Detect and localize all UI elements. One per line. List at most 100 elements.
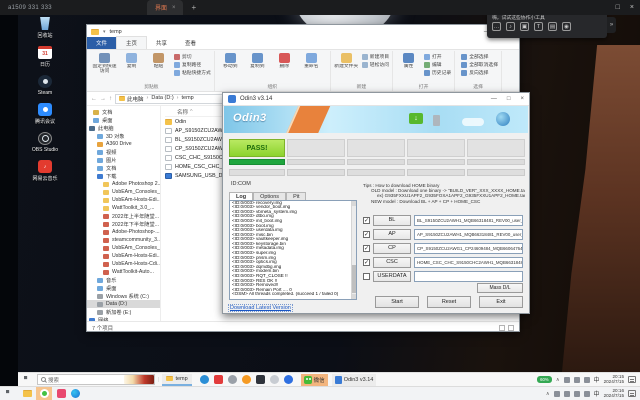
ribbon-button[interactable]: 历史记录	[424, 69, 451, 76]
edge-icon[interactable]	[71, 389, 80, 398]
mic-icon[interactable]: ♪	[506, 22, 515, 31]
text-icon[interactable]: T	[534, 22, 543, 31]
start-button-icon[interactable]	[6, 390, 13, 397]
taskbar-item-temp[interactable]: temp	[162, 374, 191, 386]
close-icon[interactable]: ×	[520, 96, 524, 102]
nav-item[interactable]: 视频	[87, 148, 160, 156]
quick-access-toolbar-icon[interactable]: ▾	[103, 29, 106, 35]
folder-icon[interactable]: ▤	[548, 22, 557, 31]
nav-item[interactable]: WattToolkit_3.0_...	[87, 204, 160, 212]
nav-item[interactable]: Adobe Photoshop 2...	[87, 180, 160, 188]
slot-button[interactable]: USERDATA	[373, 271, 411, 282]
ribbon-tab[interactable]: 文件	[87, 37, 116, 49]
nav-item[interactable]: 此电脑	[87, 124, 160, 132]
new-tab-button[interactable]: +	[191, 3, 196, 12]
tray-icon[interactable]	[584, 377, 590, 383]
edge-icon[interactable]	[200, 375, 209, 384]
tray-icon[interactable]	[574, 377, 580, 383]
scroll-up-icon[interactable]	[352, 201, 357, 206]
details-view-icon[interactable]	[499, 325, 505, 331]
nav-item[interactable]: 3D 对象	[87, 132, 160, 140]
ribbon-button[interactable]: 剪切	[174, 53, 211, 60]
nav-item[interactable]: 下载	[87, 172, 160, 180]
ribbon-button[interactable]: 粘贴	[146, 52, 171, 82]
breadcrumb-item[interactable]: temp	[174, 95, 194, 103]
xiaohongshu-icon[interactable]	[57, 389, 66, 398]
minimize-icon[interactable]: —	[491, 96, 497, 102]
slot-button[interactable]: BL	[373, 215, 411, 226]
nav-item[interactable]: 新加卷 (E:)	[87, 308, 160, 316]
remote-tab[interactable]: 界面 ×	[147, 0, 184, 15]
desktop-icon[interactable]: 回收站	[22, 17, 68, 39]
camera-icon[interactable]: ▣	[520, 22, 529, 31]
download-latest-link[interactable]: Download Latest Version	[229, 305, 292, 311]
overlay-expand-icon[interactable]: »	[607, 17, 616, 33]
maximize-icon[interactable]: □	[507, 96, 511, 102]
desktop-icon[interactable]: OBS Studio	[22, 132, 68, 153]
tray-icon[interactable]	[584, 391, 590, 397]
ribbon-button[interactable]: 新建项目	[362, 53, 389, 60]
desktop-icon[interactable]: 31 日历	[22, 46, 68, 68]
nav-item[interactable]: 桌面	[87, 284, 160, 292]
taskbar-folder-icon[interactable]	[23, 390, 32, 397]
checkbox[interactable]	[363, 273, 370, 280]
slot-button[interactable]: CSC	[373, 257, 411, 268]
app-blue-icon[interactable]	[284, 375, 293, 384]
ribbon-button[interactable]: 全部取消选择	[461, 61, 498, 68]
scroll-thumb[interactable]	[352, 265, 357, 293]
window-restore-icon[interactable]: □	[616, 4, 620, 11]
nav-item[interactable]: WattToolkit-Auto...	[87, 268, 160, 276]
taskbar-item-wechat[interactable]: 微信	[301, 374, 328, 386]
breadcrumb-item[interactable]: 此电脑	[127, 95, 144, 103]
ribbon-button[interactable]: 移动到	[218, 52, 243, 82]
ribbon-button[interactable]: 全部选择	[461, 53, 498, 60]
nav-item[interactable]: UsbEAm-Hosts-Edi...	[87, 252, 160, 260]
app-orange-icon[interactable]	[242, 375, 251, 384]
odin-action-button[interactable]: Exit	[479, 296, 523, 308]
thumbnail-view-icon[interactable]	[508, 325, 514, 331]
chat-icon[interactable]: …	[492, 22, 501, 31]
ribbon-tab[interactable]: 主页	[116, 36, 147, 49]
nav-item[interactable]: Adobe-Photoshop-...	[87, 228, 160, 236]
checkbox[interactable]: ✓	[363, 259, 370, 266]
nav-item[interactable]: UsbEAm_Consoles_...	[87, 188, 160, 196]
tray-expand-icon[interactable]: ∧	[556, 377, 560, 383]
slot-button[interactable]: AP	[373, 229, 411, 240]
search-highlight-image[interactable]	[124, 375, 154, 384]
ribbon-button[interactable]: 编辑	[424, 61, 451, 68]
start-button-icon[interactable]	[24, 376, 31, 383]
desktop-icon[interactable]: ♪ 网易云音乐	[22, 160, 68, 182]
nav-item[interactable]: UsbEAm_Consoles_...	[87, 244, 160, 252]
ribbon-button[interactable]: 打开	[424, 53, 451, 60]
ribbon-button[interactable]: 复制到	[245, 52, 270, 82]
nav-item[interactable]: 文档	[87, 164, 160, 172]
checkbox[interactable]: ✓	[363, 245, 370, 252]
up-icon[interactable]: ↑	[109, 96, 112, 102]
nav-item[interactable]: A360 Drive	[87, 140, 160, 148]
scrollbar[interactable]	[351, 201, 356, 299]
slot-button[interactable]: CP	[373, 243, 411, 254]
app-red-icon[interactable]	[214, 375, 223, 384]
ribbon-button[interactable]: 轻松访问	[362, 61, 389, 68]
notification-center-icon[interactable]	[628, 390, 636, 397]
app-light-icon[interactable]	[270, 375, 279, 384]
desktop-icon[interactable]: 腾讯会议	[22, 103, 68, 125]
nav-item[interactable]: 文档	[87, 108, 160, 116]
nav-item[interactable]: UsbEAm-Hosts-Cdi...	[87, 260, 160, 268]
app-gray-icon[interactable]	[228, 375, 237, 384]
ribbon-button[interactable]: 重命名	[299, 52, 324, 82]
ribbon-button[interactable]: 固定到快速访问	[92, 52, 117, 82]
odin-titlebar[interactable]: Odin3 v3.14 — □ ×	[223, 93, 529, 106]
nav-item[interactable]: steamcommunity_3...	[87, 236, 160, 244]
window-close-icon[interactable]: ×	[630, 4, 634, 11]
nav-item[interactable]: 2022年下半年随堂...	[87, 220, 160, 228]
nav-item[interactable]: Windows 系统 (C:)	[87, 292, 160, 300]
nav-item[interactable]: 桌面	[87, 116, 160, 124]
ribbon-tab[interactable]: 共享	[147, 37, 176, 49]
ribbon-button[interactable]: 复制	[119, 52, 144, 82]
taskbar-item-active[interactable]	[36, 387, 52, 400]
ribbon-button[interactable]: 属性	[396, 52, 421, 82]
scroll-down-icon[interactable]	[352, 294, 357, 299]
taskbar-item-odin[interactable]: Odin3 v3.14	[332, 374, 377, 386]
ribbon-button[interactable]: 新建文件夹	[334, 52, 359, 82]
